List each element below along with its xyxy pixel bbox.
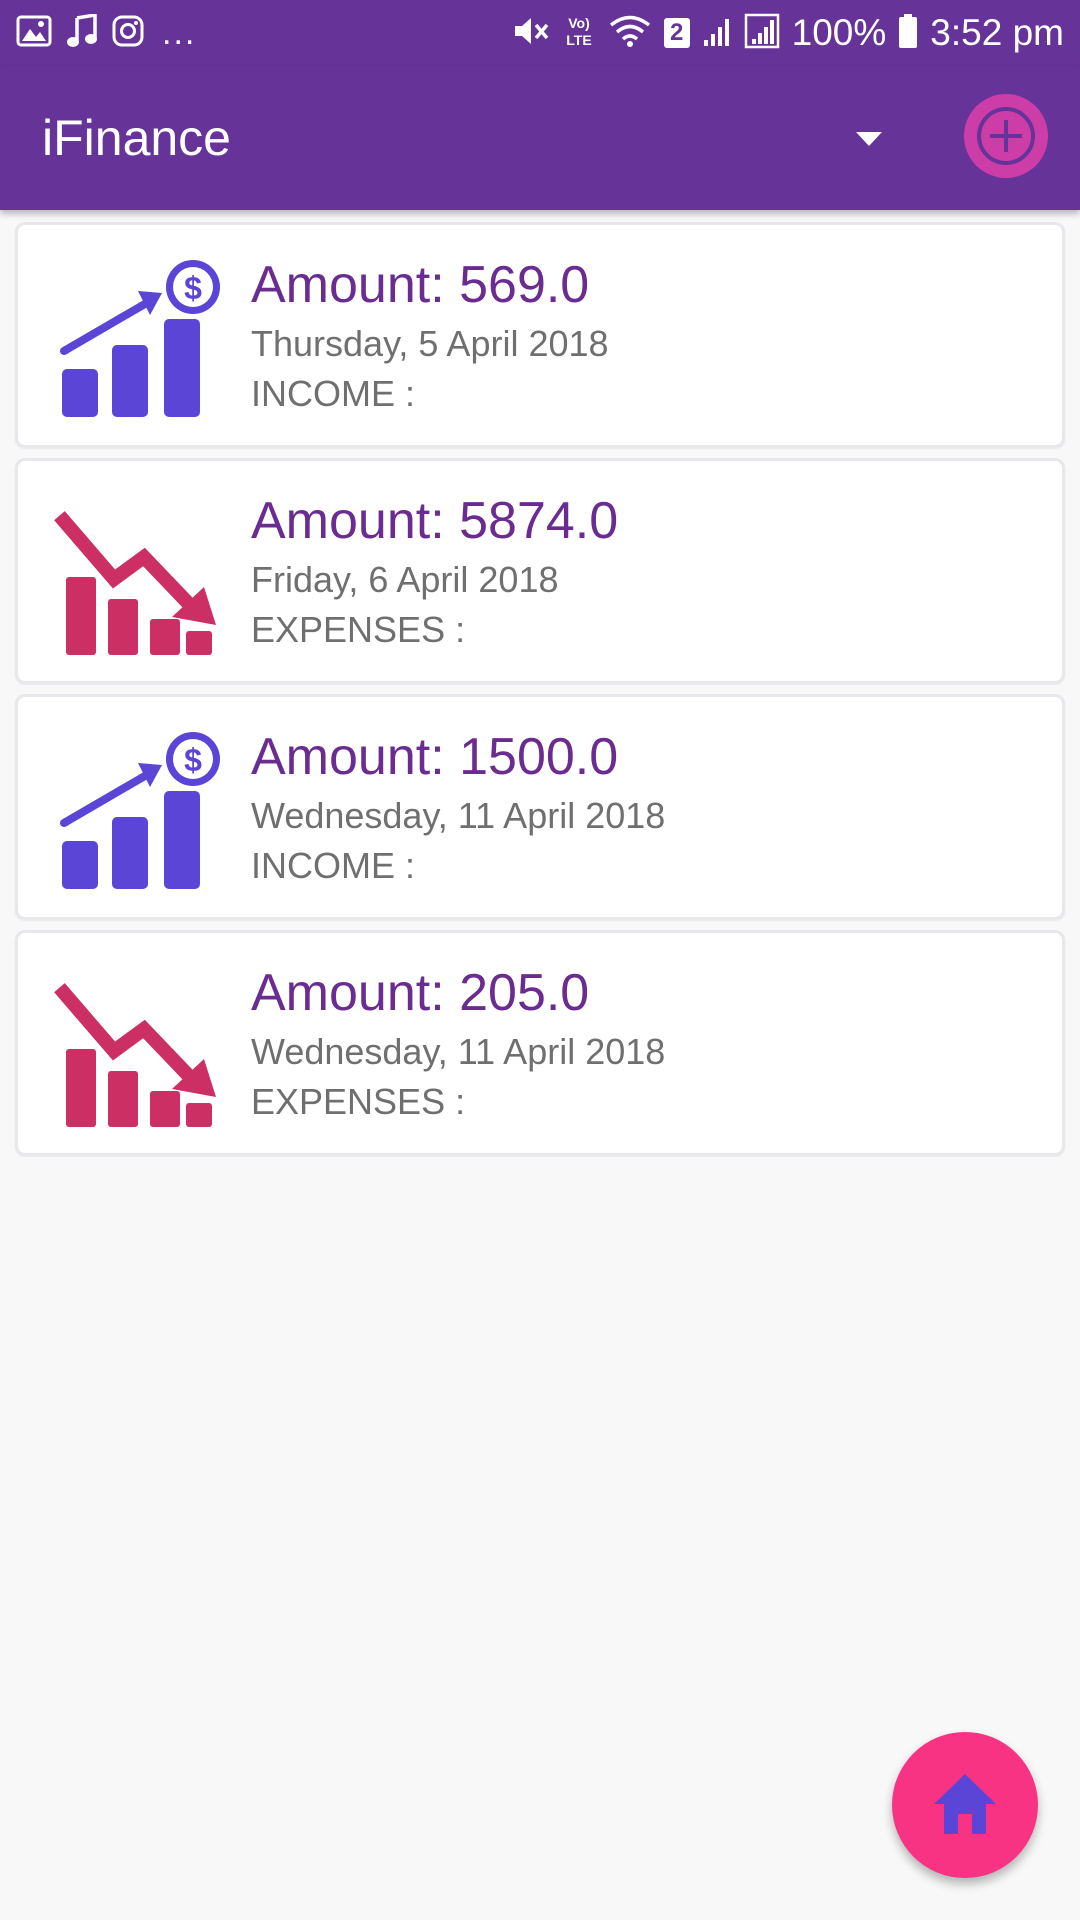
- transaction-type: EXPENSES :: [251, 1081, 466, 1122]
- expense-chart-icon: [52, 495, 220, 655]
- app-bar: iFinance: [0, 66, 1080, 210]
- signal-icon: [744, 13, 780, 54]
- dropdown-arrow-icon[interactable]: [856, 130, 882, 148]
- notification-icons: ...: [16, 12, 196, 54]
- transaction-card[interactable]: $ Amount: 1500.0 Wednesday, 11 April 201…: [15, 694, 1065, 920]
- status-bar: ... Vo) LTE 2 100% 3:52 pm: [0, 0, 1080, 66]
- transaction-list: $ Amount: 569.0 Thursday, 5 April 2018 I…: [12, 222, 1068, 1166]
- transaction-type: INCOME :: [251, 373, 416, 414]
- expense-chart-icon: [52, 967, 220, 1127]
- battery-icon: [898, 13, 918, 54]
- add-icon: [977, 107, 1035, 165]
- transaction-date: Thursday, 5 April 2018: [251, 323, 609, 364]
- transaction-date: Friday, 6 April 2018: [251, 559, 559, 600]
- transaction-amount: Amount: 569.0: [251, 256, 590, 314]
- svg-text:LTE: LTE: [566, 32, 591, 48]
- svg-text:$: $: [184, 270, 202, 306]
- transaction-amount: Amount: 5874.0: [251, 492, 619, 550]
- transaction-amount: Amount: 205.0: [251, 964, 590, 1022]
- svg-text:Vo): Vo): [568, 15, 590, 31]
- transaction-type: INCOME :: [251, 845, 416, 886]
- income-chart-icon: $: [54, 259, 220, 419]
- music-icon: [66, 12, 98, 53]
- signal-icon: [702, 14, 732, 53]
- image-icon: [16, 15, 52, 52]
- transaction-amount: Amount: 1500.0: [251, 728, 619, 786]
- transaction-type: EXPENSES :: [251, 609, 466, 650]
- home-button[interactable]: [892, 1732, 1038, 1878]
- system-icons: Vo) LTE 2 100% 3:52 pm: [512, 10, 1064, 56]
- volte-icon: Vo) LTE: [562, 13, 596, 54]
- battery-percent: 100%: [791, 12, 887, 53]
- clock: 3:52 pm: [930, 12, 1064, 53]
- home-icon: [932, 1772, 998, 1836]
- transaction-card[interactable]: Amount: 205.0 Wednesday, 11 April 2018 E…: [15, 930, 1065, 1156]
- instagram-icon: [112, 15, 144, 52]
- sim-badge: 2: [663, 18, 690, 48]
- app-title: iFinance: [42, 110, 231, 166]
- transaction-date: Wednesday, 11 April 2018: [251, 795, 666, 836]
- wifi-icon: [608, 13, 652, 54]
- add-button[interactable]: [964, 94, 1048, 178]
- transaction-card[interactable]: Amount: 5874.0 Friday, 6 April 2018 EXPE…: [15, 458, 1065, 684]
- overflow-dots: ...: [162, 14, 197, 52]
- mute-icon: [512, 14, 550, 53]
- svg-text:$: $: [184, 742, 202, 778]
- transaction-card[interactable]: $ Amount: 569.0 Thursday, 5 April 2018 I…: [15, 222, 1065, 448]
- income-chart-icon: $: [54, 731, 220, 891]
- transaction-date: Wednesday, 11 April 2018: [251, 1031, 666, 1072]
